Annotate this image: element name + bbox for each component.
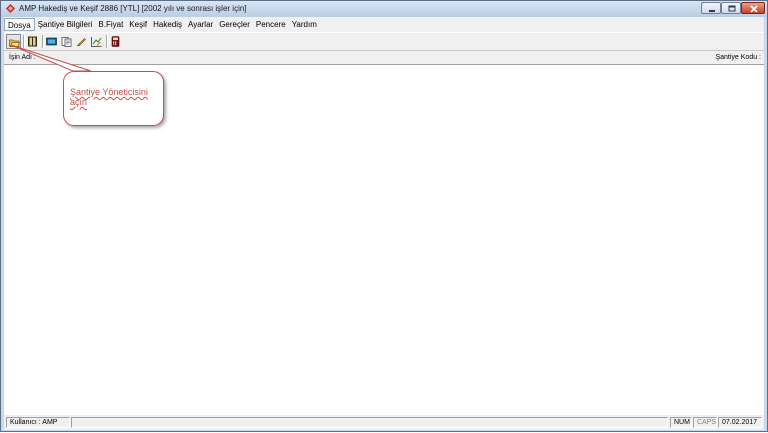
callout-line-1: Şantiye Yöneticisini (70, 87, 148, 97)
app-window: AMP Hakediş ve Keşif 2886 [YTL] [2002 yı… (0, 0, 768, 432)
callout-text: Şantiye Yöneticisini açın (70, 87, 162, 107)
callout-line-2: açın (70, 97, 88, 107)
callout-pointer (10, 44, 92, 72)
tutorial-callout: Şantiye Yöneticisini açın (63, 71, 164, 126)
